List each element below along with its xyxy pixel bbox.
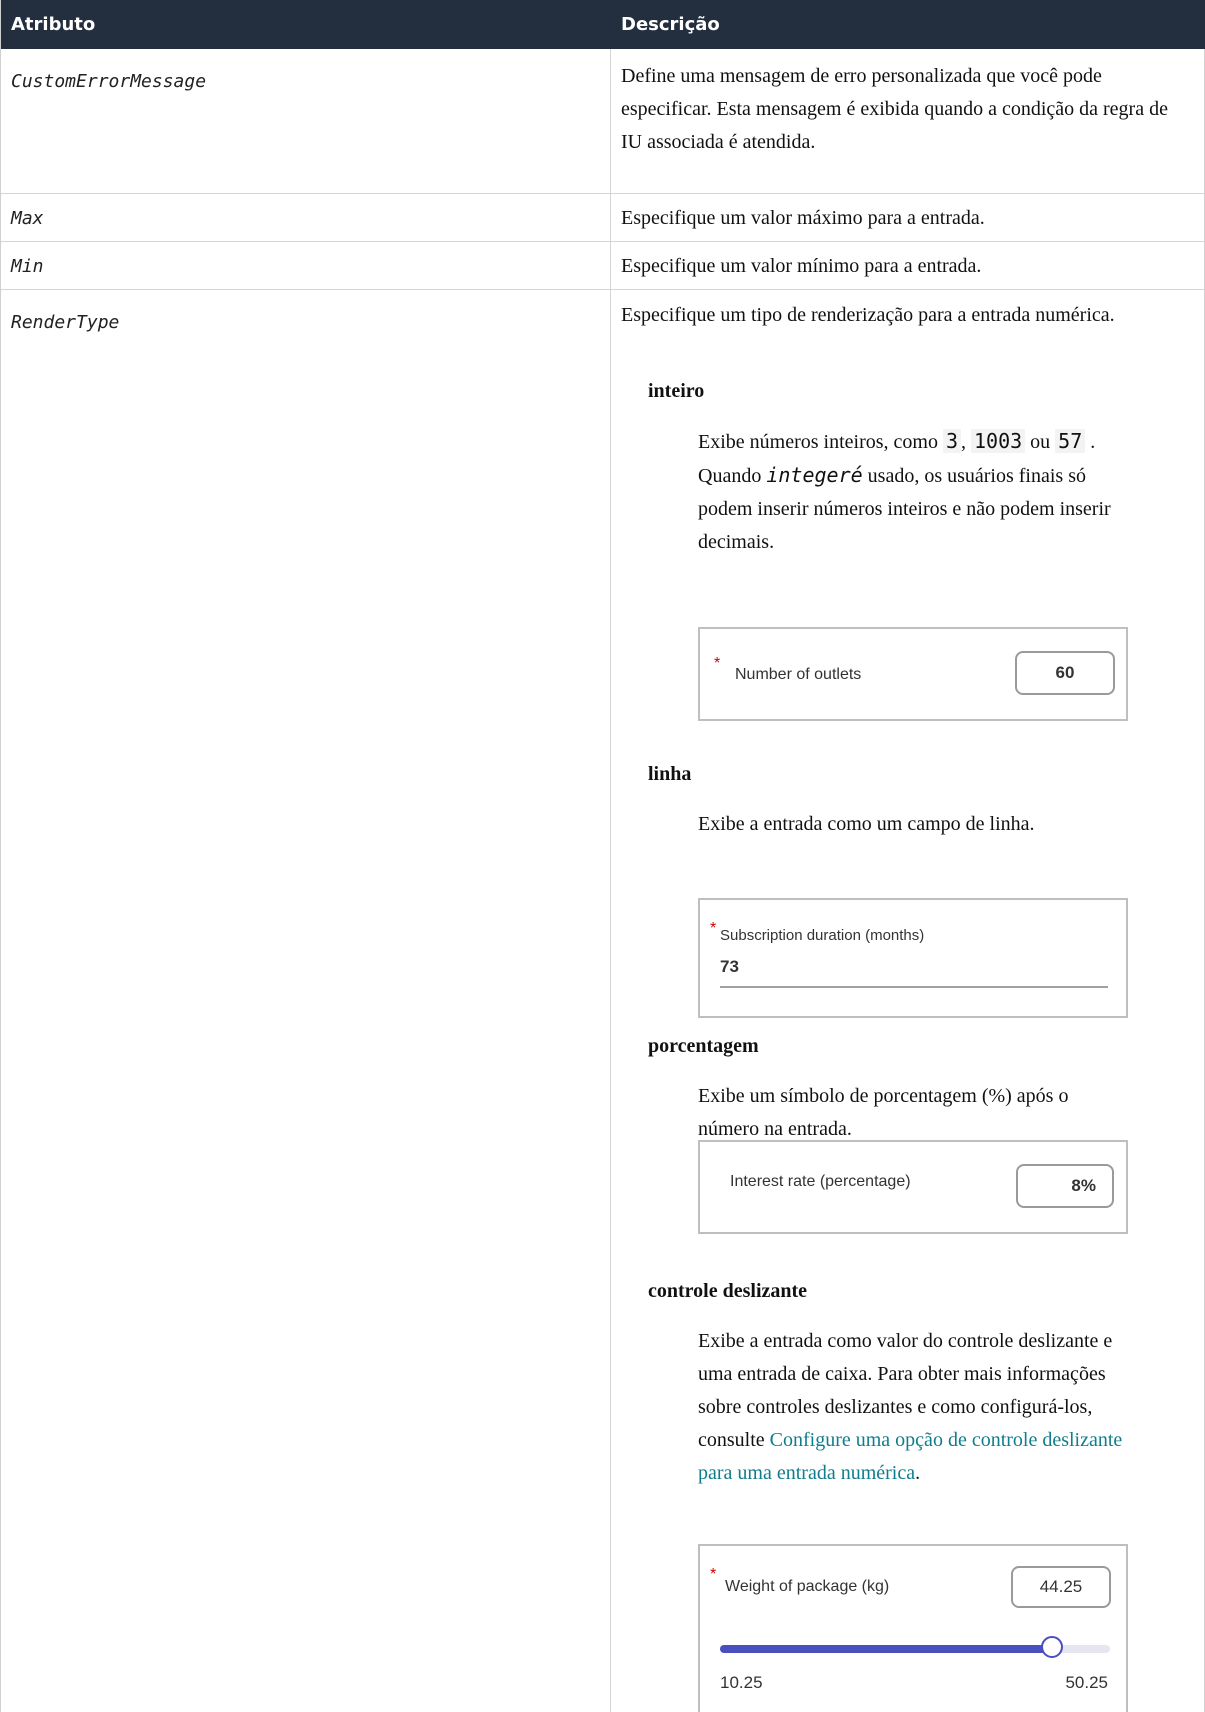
attributes-table: Atributo Descrição CustomErrorMessage De… [0, 0, 1205, 1712]
required-marker: * [710, 920, 717, 937]
line-input-value[interactable]: 73 [720, 957, 739, 977]
slider-fill [720, 1645, 1052, 1653]
field-label: Weight of package (kg) [725, 1578, 890, 1595]
attribute-description: Especifique um valor máximo para a entra… [621, 207, 985, 229]
header-attribute: Atributo [11, 14, 96, 35]
slider-value-input[interactable]: 44.25 [1011, 1566, 1111, 1608]
table-row: Max Especifique um valor máximo para a e… [1, 194, 1205, 242]
render-type-title-slider: controle deslizante [648, 1280, 808, 1302]
percentage-input[interactable]: 8% [1016, 1164, 1114, 1208]
attribute-name: CustomErrorMessage [11, 71, 207, 92]
field-label: Subscription duration (months) [720, 927, 925, 944]
slider-thumb[interactable] [1040, 1636, 1063, 1658]
attribute-description: Especifique um valor mínimo para a entra… [621, 255, 982, 277]
slider-example-screenshot: * Weight of package (kg) 44.25 10.25 50.… [698, 1544, 1128, 1712]
slider-min-label: 10.25 [720, 1673, 763, 1692]
attribute-name: Max [11, 208, 44, 229]
line-example-screenshot: * Subscription duration (months) 73 [698, 898, 1128, 1018]
render-type-description-percentage: Exibe um símbolo de porcentagem (%) após… [698, 1085, 1069, 1140]
required-marker: * [714, 655, 721, 672]
attribute-description: Define uma mensagem de erro personalizad… [621, 65, 1168, 153]
attribute-name: Min [11, 256, 44, 277]
table-row: CustomErrorMessage Define uma mensagem d… [1, 49, 1205, 194]
slider-track[interactable] [720, 1636, 1110, 1658]
render-type-description-integer: Exibe números inteiros, como 3, 1003 ou … [698, 429, 1111, 553]
header-description: Descrição [621, 14, 720, 35]
render-type-title-percentage: porcentagem [648, 1035, 759, 1057]
number-input[interactable]: 60 [1015, 651, 1115, 695]
render-type-description-slider: Exibe a entrada como valor do controle d… [698, 1330, 1123, 1484]
required-marker: * [710, 1566, 717, 1583]
render-type-title-integer: inteiro [648, 380, 705, 402]
attribute-description: Especifique um tipo de renderização para… [621, 304, 1115, 326]
integer-example-screenshot: * Number of outlets 60 [698, 627, 1128, 721]
slider-max-label: 50.25 [1065, 1673, 1108, 1692]
render-type-description-line: Exibe a entrada como um campo de linha. [698, 813, 1035, 835]
field-label: Interest rate (percentage) [730, 1173, 911, 1190]
attribute-name: RenderType [11, 312, 120, 333]
table-row: Min Especifique um valor mínimo para a e… [1, 242, 1205, 290]
percentage-example-screenshot: Interest rate (percentage) 8% [698, 1140, 1128, 1234]
table-header: Atributo Descrição [1, 0, 1205, 49]
render-type-title-line: linha [648, 763, 692, 785]
field-label: Number of outlets [735, 666, 862, 683]
line-underline [720, 986, 1108, 988]
